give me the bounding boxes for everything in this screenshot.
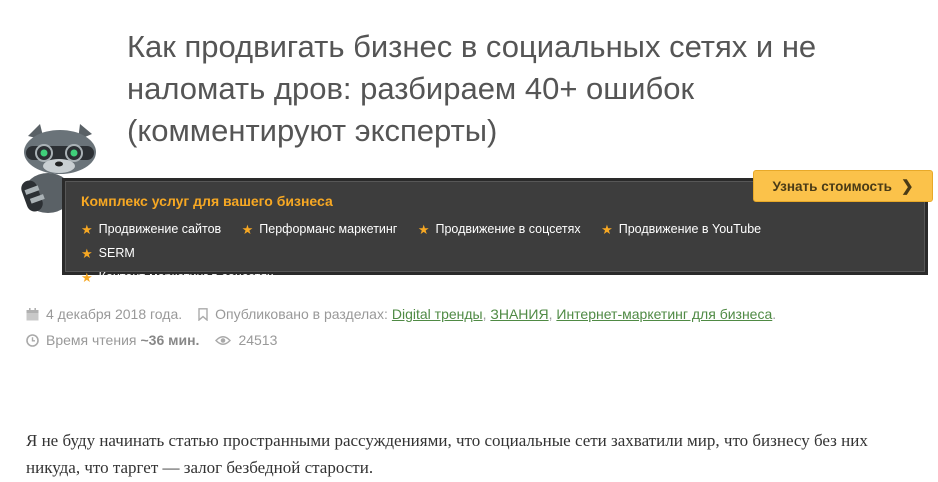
service-item[interactable]: ★ Перформанс маркетинг [242, 221, 398, 238]
bookmark-icon [198, 307, 208, 321]
service-item[interactable]: ★ Продвижение в соцсетях [418, 221, 581, 238]
eye-icon [215, 335, 232, 345]
category-link[interactable]: Интернет-маркетинг для бизнеса [556, 306, 772, 322]
category-link[interactable]: ЗНАНИЯ [490, 306, 548, 322]
category-link[interactable]: Digital тренды [392, 306, 483, 322]
published-in-label: Опубликовано в разделах: [215, 306, 388, 322]
service-item[interactable]: ★ Продвижение в YouTube [601, 221, 761, 238]
service-label: Продвижение сайтов [98, 222, 222, 236]
article-title: Как продвигать бизнес в социальных сетях… [127, 29, 817, 148]
publish-date: 4 декабря 2018 года. [46, 306, 183, 322]
reading-time-label: Время чтения [46, 332, 137, 348]
star-icon: ★ [417, 222, 430, 237]
star-icon: ★ [81, 222, 93, 237]
views-count: 24513 [238, 332, 278, 348]
star-icon: ★ [81, 246, 93, 261]
service-item[interactable]: ★ Продвижение сайтов [81, 221, 221, 238]
service-label: Перформанс маркетинг [259, 222, 398, 236]
star-icon: ★ [241, 222, 254, 237]
article-meta-row: 4 декабря 2018 года. Опубликовано в разд… [26, 306, 776, 322]
service-label: Продвижение в соцсетях [435, 222, 581, 236]
service-label: SERM [98, 246, 135, 260]
reading-time-value: ~36 мин. [140, 332, 200, 348]
reading-meta-row: Время чтения ~36 мин. 24513 [26, 332, 277, 348]
services-list: ★ Продвижение сайтов ★ Перформанс маркетин… [81, 221, 841, 293]
service-label: Продвижение в YouTube [618, 222, 762, 236]
star-icon: ★ [601, 222, 613, 237]
get-price-label: Узнать стоимость [772, 178, 892, 194]
promo-title: Комплекс услуг для вашего бизнеса [81, 193, 333, 209]
star-icon: ★ [81, 270, 93, 285]
service-label: Контент-маркетинг в соцсетях [98, 270, 274, 284]
calendar-icon [26, 307, 39, 320]
clock-icon [26, 333, 39, 347]
get-price-button[interactable]: Узнать стоимость ❯ [753, 170, 933, 202]
service-item[interactable]: ★ Контент-маркетинг в соцсетях [81, 269, 273, 286]
article-intro: Я не буду начинать статью пространными р… [26, 431, 868, 477]
chevron-right-icon: ❯ [900, 178, 914, 195]
service-item[interactable]: ★ SERM [81, 245, 135, 262]
